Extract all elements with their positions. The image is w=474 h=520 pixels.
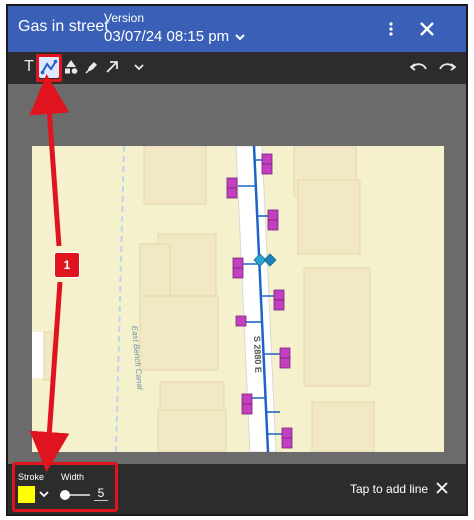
step-badge: 1 (54, 252, 80, 278)
app-window: Gas in street Version 03/07/24 08:15 pm … (6, 4, 468, 516)
